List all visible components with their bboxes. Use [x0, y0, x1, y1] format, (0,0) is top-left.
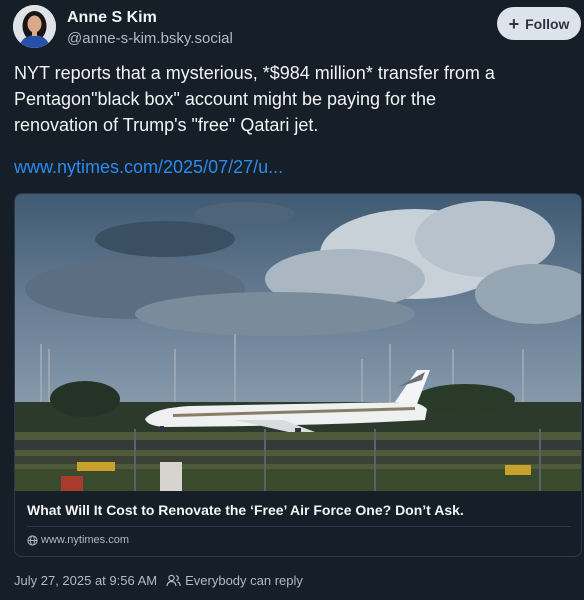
people-icon [166, 574, 181, 587]
link-card-domain-text: www.nytimes.com [41, 534, 130, 546]
post-footer: July 27, 2025 at 9:56 AM Everybody can r… [14, 573, 303, 588]
follow-button-label: Follow [525, 15, 570, 32]
airplane-photo [15, 194, 581, 491]
post-link[interactable]: www.nytimes.com/2025/07/27/u... [14, 157, 283, 178]
reply-setting[interactable]: Everybody can reply [185, 573, 303, 588]
avatar-image [13, 5, 56, 48]
link-card[interactable]: What Will It Cost to Renovate the ‘Free’… [14, 193, 582, 557]
author-name[interactable]: Anne S Kim [67, 9, 157, 27]
author-handle[interactable]: @anne-s-kim.bsky.social [67, 30, 233, 47]
follow-button[interactable]: + Follow [497, 7, 581, 40]
plus-icon: + [508, 13, 520, 34]
avatar[interactable] [13, 5, 56, 48]
link-card-title: What Will It Cost to Renovate the ‘Free’… [27, 502, 464, 518]
globe-icon [27, 534, 38, 546]
post: Anne S Kim @anne-s-kim.bsky.social + Fol… [0, 0, 584, 600]
link-card-divider [27, 526, 571, 527]
post-timestamp[interactable]: July 27, 2025 at 9:56 AM [14, 573, 157, 588]
post-text: NYT reports that a mysterious, *$984 mil… [14, 63, 495, 135]
link-card-domain: www.nytimes.com [27, 534, 129, 546]
